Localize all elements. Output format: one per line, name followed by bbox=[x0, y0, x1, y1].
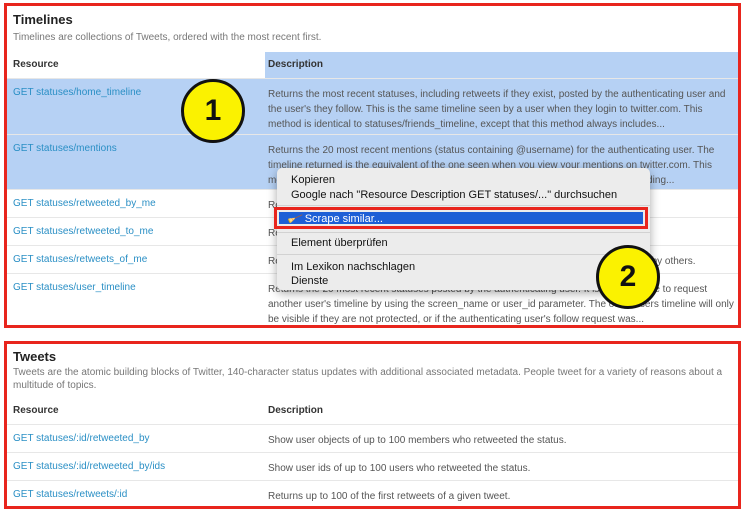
menu-item-google-search[interactable]: Google nach "Resource Description GET st… bbox=[291, 189, 617, 201]
table-row[interactable]: GET statuses/:id/retweeted_by/ids Show u… bbox=[7, 452, 738, 480]
context-menu: Kopieren Google nach "Resource Descripti… bbox=[274, 168, 650, 290]
menu-separator bbox=[277, 205, 650, 206]
resource-link[interactable]: GET statuses/retweeted_to_me bbox=[13, 226, 153, 237]
scrape-similar-highlight-box: 🧹Scrape similar... bbox=[274, 207, 648, 229]
resource-description: Returns the most recent statuses, includ… bbox=[268, 89, 726, 130]
timelines-title: Timelines bbox=[13, 12, 73, 27]
resource-link[interactable]: GET statuses/mentions bbox=[13, 143, 117, 154]
column-header-resource: Resource bbox=[13, 59, 59, 70]
selection-highlight bbox=[265, 52, 738, 78]
table-row[interactable]: GET statuses/:id/retweeted_by Show user … bbox=[7, 424, 738, 452]
timelines-description: Timelines are collections of Tweets, ord… bbox=[13, 32, 322, 43]
resource-link[interactable]: GET statuses/user_timeline bbox=[13, 282, 136, 293]
menu-item-lookup-dictionary[interactable]: Im Lexikon nachschlagen bbox=[291, 261, 415, 273]
timelines-table-header: Resource Description bbox=[7, 52, 738, 78]
menu-separator bbox=[277, 254, 650, 255]
resource-link[interactable]: GET statuses/:id/retweeted_by bbox=[13, 433, 150, 444]
menu-separator bbox=[277, 232, 650, 233]
column-header-resource: Resource bbox=[13, 405, 59, 416]
menu-item-label: Scrape similar... bbox=[304, 213, 383, 225]
menu-item-services[interactable]: Dienste bbox=[291, 275, 328, 287]
menu-item-scrape-similar[interactable]: 🧹Scrape similar... bbox=[279, 211, 643, 227]
menu-item-inspect-element[interactable]: Element überprüfen bbox=[291, 237, 388, 249]
column-header-description: Description bbox=[268, 405, 324, 416]
tweets-section: Tweets Tweets are the atomic building bl… bbox=[4, 341, 741, 509]
resource-link[interactable]: GET statuses/retweets_of_me bbox=[13, 254, 147, 265]
resource-description: Show user ids of up to 100 users who ret… bbox=[268, 463, 531, 474]
resource-description: Returns up to 100 of the first retweets … bbox=[268, 491, 511, 502]
tweets-table-header: Resource Description bbox=[7, 398, 738, 424]
resource-link[interactable]: GET statuses/:id/retweeted_by/ids bbox=[13, 461, 165, 472]
tweets-title: Tweets bbox=[13, 349, 57, 364]
column-header-description: Description bbox=[268, 59, 324, 70]
broom-icon: 🧹 bbox=[286, 211, 304, 227]
menu-item-copy[interactable]: Kopieren bbox=[291, 174, 335, 186]
step-badge-1: 1 bbox=[181, 79, 245, 143]
resource-link[interactable]: GET statuses/home_timeline bbox=[13, 87, 141, 98]
resource-link[interactable]: GET statuses/retweets/:id bbox=[13, 489, 127, 500]
resource-link[interactable]: GET statuses/retweeted_by_me bbox=[13, 198, 156, 209]
tweets-description: Tweets are the atomic building blocks of… bbox=[13, 367, 723, 391]
step-badge-2: 2 bbox=[596, 245, 660, 309]
table-row[interactable]: GET statuses/retweets/:id Returns up to … bbox=[7, 480, 738, 507]
table-row[interactable]: GET statuses/home_timeline Returns the m… bbox=[7, 78, 738, 134]
resource-description: Show user objects of up to 100 members w… bbox=[268, 435, 567, 446]
